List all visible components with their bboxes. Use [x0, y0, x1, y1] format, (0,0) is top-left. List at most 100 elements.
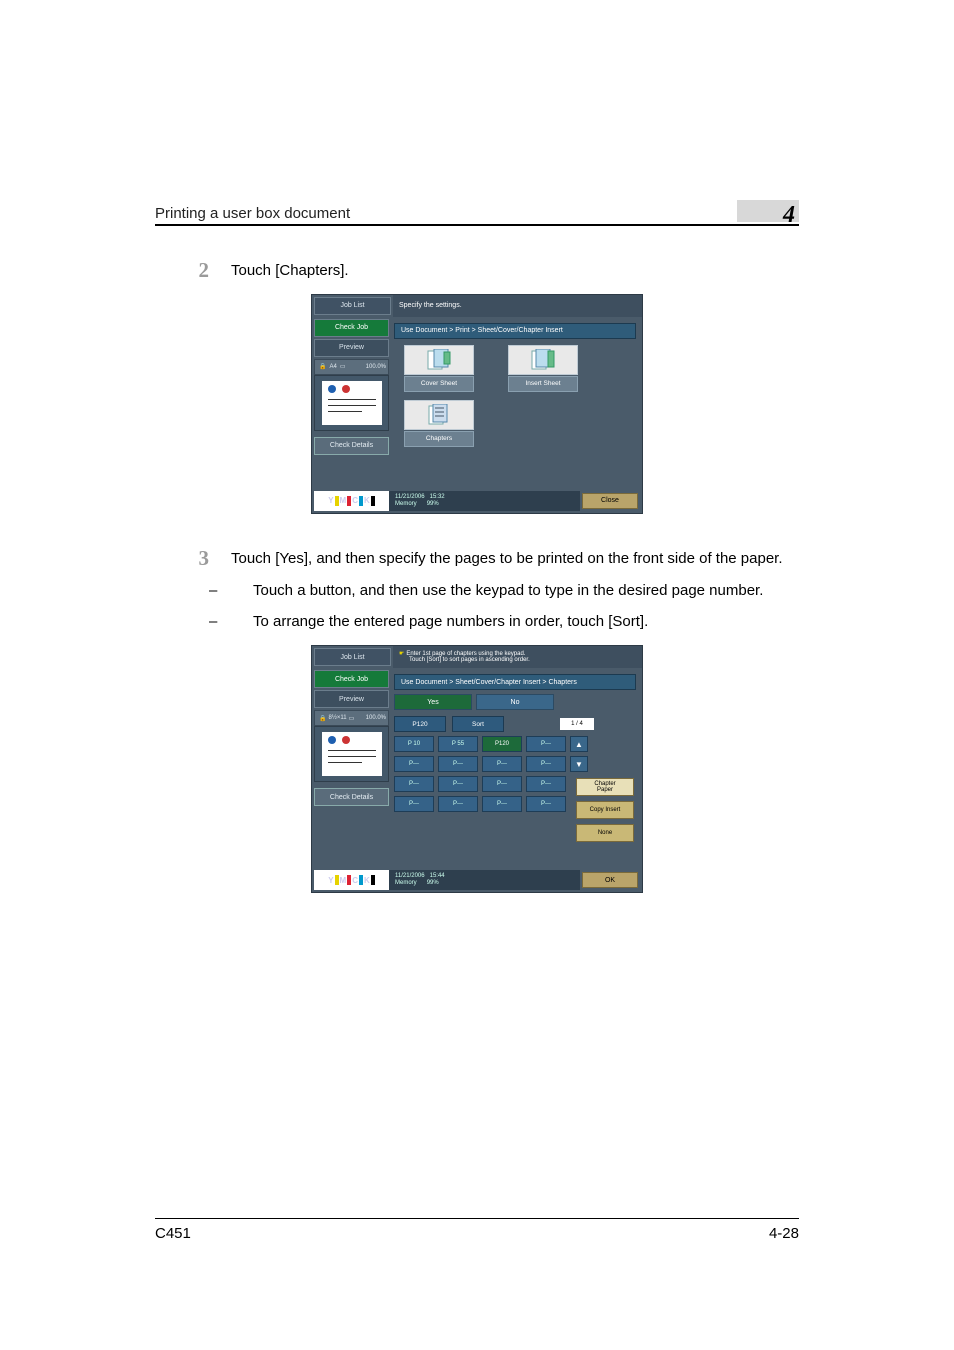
preview-info: 🔒 8½×11 ▭ 100.0%: [314, 710, 389, 726]
yes-button[interactable]: Yes: [394, 694, 472, 710]
main-area: Yes No P120 Sort 1 / 4 P 10 P 55 P120 P-…: [394, 692, 634, 816]
check-job-tab[interactable]: Check Job: [314, 670, 389, 688]
toner-m-icon: [347, 496, 351, 506]
sort-button[interactable]: Sort: [452, 716, 504, 732]
thumb-line-icon: [328, 750, 376, 751]
copy-insert-button[interactable]: Copy Insert: [576, 801, 634, 819]
page-footer: C451 4-28: [155, 1218, 799, 1242]
toner-m-label: M: [340, 496, 347, 505]
message-line2: Touch [Sort] to sort pages in ascending …: [399, 657, 530, 663]
page-cell[interactable]: P---: [482, 776, 522, 792]
page-cell[interactable]: P---: [526, 756, 566, 772]
cover-sheet-icon: [404, 345, 474, 375]
step-number: 3: [155, 548, 209, 633]
message-bar: ☛Enter 1st page of chapters using the ke…: [393, 646, 642, 668]
header-rule: [155, 224, 799, 226]
landscape-icon: ▭: [349, 715, 355, 722]
step-sub: –Touch a button, and then use the keypad…: [231, 580, 799, 602]
chapter-number: 4: [783, 202, 795, 229]
thumb-dot-icon: [342, 736, 350, 744]
step-3: 3 Touch [Yes], and then specify the page…: [155, 548, 799, 633]
button-label: Chapters: [404, 431, 474, 447]
chapter-paper-button[interactable]: Chapter Paper: [576, 778, 634, 796]
toner-c-icon: [359, 496, 363, 506]
toner-k-label: K: [364, 876, 370, 885]
preview-tab[interactable]: Preview: [314, 690, 389, 708]
page-cell[interactable]: P 10: [394, 736, 434, 752]
lock-icon: 🔒: [319, 715, 326, 722]
toner-levels: Y M C K: [314, 870, 389, 890]
memory-label: Memory: [395, 501, 417, 507]
toner-y-icon: [335, 875, 339, 885]
thumb-dot-icon: [342, 385, 350, 393]
job-list-button[interactable]: Job List: [314, 648, 391, 666]
page-up-button[interactable]: ▲: [570, 736, 588, 752]
footer-time: 15:32: [430, 494, 445, 500]
page-cell[interactable]: P---: [438, 796, 478, 812]
breadcrumb: Use Document > Print > Sheet/Cover/Chapt…: [394, 323, 636, 339]
page-cell[interactable]: P---: [394, 776, 434, 792]
page-cell[interactable]: P120: [482, 736, 522, 752]
right-button-column: Chapter Paper Copy Insert None: [576, 778, 634, 842]
page-down-button[interactable]: ▼: [570, 756, 588, 772]
left-panel: Check Job Preview 🔒 8½×11 ▭ 100.0% Check…: [314, 670, 389, 806]
landscape-icon: ▭: [340, 363, 346, 370]
toner-m-label: M: [340, 876, 347, 885]
running-head: Printing a user box document 4: [155, 0, 799, 222]
step-2: 2 Touch [Chapters].: [155, 260, 799, 282]
toner-y-label: Y: [328, 876, 333, 885]
preview-thumb: [314, 375, 389, 431]
toner-k-icon: [371, 496, 375, 506]
chapter-number-box: 4: [737, 200, 799, 222]
page-cell[interactable]: P---: [482, 796, 522, 812]
footer-bar: Y M C K 11/21/2006 15:32 Memory 99% Clos…: [314, 491, 640, 511]
step-body: Touch [Yes], and then specify the pages …: [209, 548, 799, 633]
zoom-value: 100.0%: [366, 364, 386, 370]
page-cell[interactable]: P---: [526, 736, 566, 752]
check-details-button[interactable]: Check Details: [314, 437, 389, 455]
step-sub: –To arrange the entered page numbers in …: [231, 611, 799, 633]
footer-page: 4-28: [769, 1225, 799, 1242]
button-label: Insert Sheet: [508, 376, 578, 392]
zoom-value: 100.0%: [366, 715, 386, 721]
toner-c-icon: [359, 875, 363, 885]
page-cell[interactable]: P---: [526, 796, 566, 812]
paper-size: A4: [329, 364, 336, 370]
no-button[interactable]: No: [476, 694, 554, 710]
toner-levels: Y M C K: [314, 491, 389, 511]
toner-c-label: C: [352, 876, 358, 885]
job-list-button[interactable]: Job List: [314, 297, 391, 315]
button-label: Cover Sheet: [404, 376, 474, 392]
thumb-line-icon: [328, 756, 376, 757]
ok-button[interactable]: OK: [582, 872, 638, 888]
toner-c-label: C: [352, 496, 358, 505]
page-cell[interactable]: P---: [482, 756, 522, 772]
check-details-button[interactable]: Check Details: [314, 788, 389, 806]
toner-k-icon: [371, 875, 375, 885]
paper-size: 8½×11: [328, 715, 346, 721]
chapters-button[interactable]: Chapters: [404, 400, 474, 447]
page-cell[interactable]: P---: [394, 796, 434, 812]
step-text: Touch [Chapters].: [231, 260, 799, 282]
page-cell[interactable]: P---: [438, 776, 478, 792]
check-job-tab[interactable]: Check Job: [314, 319, 389, 337]
insert-sheet-icon: [508, 345, 578, 375]
page-cell[interactable]: P 55: [438, 736, 478, 752]
none-button[interactable]: None: [576, 824, 634, 842]
insert-sheet-button[interactable]: Insert Sheet: [508, 345, 578, 392]
preview-tab[interactable]: Preview: [314, 339, 389, 357]
thumb-line-icon: [328, 399, 376, 400]
page-cell[interactable]: P---: [526, 776, 566, 792]
thumb-line-icon: [328, 762, 362, 763]
step-body: Touch [Chapters].: [209, 260, 799, 282]
sub-text: Touch a button, and then use the keypad …: [253, 582, 763, 599]
preview-info: 🔒 A4 ▭ 100.0%: [314, 359, 389, 375]
page-cell[interactable]: P---: [394, 756, 434, 772]
thumb-line-icon: [328, 411, 362, 412]
cover-sheet-button[interactable]: Cover Sheet: [404, 345, 474, 392]
footer-bar: Y M C K 11/21/2006 15:44 Memory 99% OK: [314, 870, 640, 890]
page-cell[interactable]: P---: [438, 756, 478, 772]
breadcrumb: Use Document > Sheet/Cover/Chapter Inser…: [394, 674, 636, 690]
footer-date: 11/21/2006: [395, 873, 425, 879]
close-button[interactable]: Close: [582, 493, 638, 509]
